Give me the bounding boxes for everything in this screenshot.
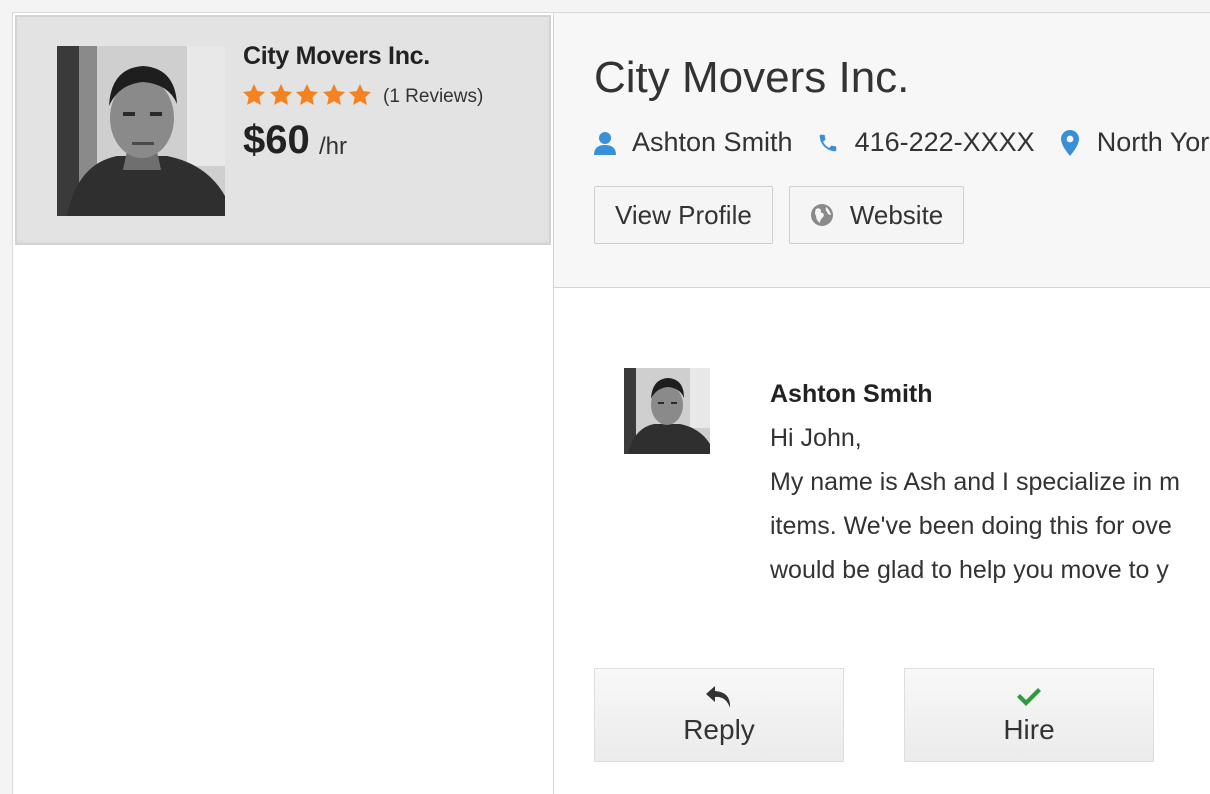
contact-phone[interactable]: 416-222-XXXX: [855, 127, 1035, 158]
checkmark-icon: [1015, 684, 1043, 710]
provider-name: City Movers Inc.: [243, 42, 430, 70]
location-pin-icon: [1059, 129, 1081, 156]
website-button[interactable]: Website: [788, 186, 965, 244]
review-count: (1 Reviews): [383, 86, 484, 107]
provider-header: City Movers Inc. Ashton Smith 416-222-XX…: [554, 13, 1210, 288]
message-line: My name is Ash and I specialize in m: [770, 468, 1180, 496]
hire-label: Hire: [1003, 714, 1055, 745]
message-line: items. We've been doing this for ove: [770, 512, 1172, 540]
conversation-pane: City Movers Inc. Ashton Smith 416-222-XX…: [554, 13, 1210, 794]
hire-button[interactable]: Hire: [904, 668, 1154, 762]
provider-list-sidebar: City Movers Inc. (1 Reviews) $60 /hr: [13, 13, 553, 794]
provider-avatar: [57, 46, 225, 216]
star-rating: [241, 82, 374, 108]
person-icon: [594, 130, 616, 156]
app-frame: City Movers Inc. (1 Reviews) $60 /hr Cit…: [12, 12, 1210, 794]
website-label: Website: [849, 199, 944, 230]
contact-info: Ashton Smith 416-222-XXXX North York: [594, 127, 1210, 158]
star-icon: [322, 83, 345, 105]
star-icon: [348, 83, 372, 105]
profile-buttons: View Profile Website: [594, 186, 980, 244]
reply-button[interactable]: Reply: [594, 668, 844, 762]
message-line: Hi John,: [770, 424, 862, 452]
contact-location: North York: [1096, 127, 1210, 157]
view-profile-label: View Profile: [615, 199, 752, 230]
reply-arrow-icon: [704, 684, 734, 710]
message-actions: Reply Hire: [594, 668, 1210, 762]
view-profile-button[interactable]: View Profile: [594, 186, 773, 244]
star-icon: [269, 83, 292, 105]
star-icon: [242, 83, 266, 105]
provider-card[interactable]: City Movers Inc. (1 Reviews) $60 /hr: [15, 15, 551, 245]
contact-name: Ashton Smith: [632, 127, 793, 157]
message-author: Ashton Smith: [770, 380, 933, 408]
globe-icon: [810, 203, 834, 227]
message-line: would be glad to help you move to y: [770, 556, 1169, 584]
page-title: City Movers Inc.: [594, 53, 910, 102]
sender-avatar: [624, 368, 710, 454]
star-icon: [295, 83, 319, 105]
phone-icon: [817, 130, 839, 156]
hourly-price: $60: [243, 118, 310, 162]
reply-label: Reply: [683, 714, 755, 745]
price-unit: /hr: [319, 133, 348, 160]
message-body: Ashton Smith Hi John, My name is Ash and…: [770, 372, 1210, 592]
